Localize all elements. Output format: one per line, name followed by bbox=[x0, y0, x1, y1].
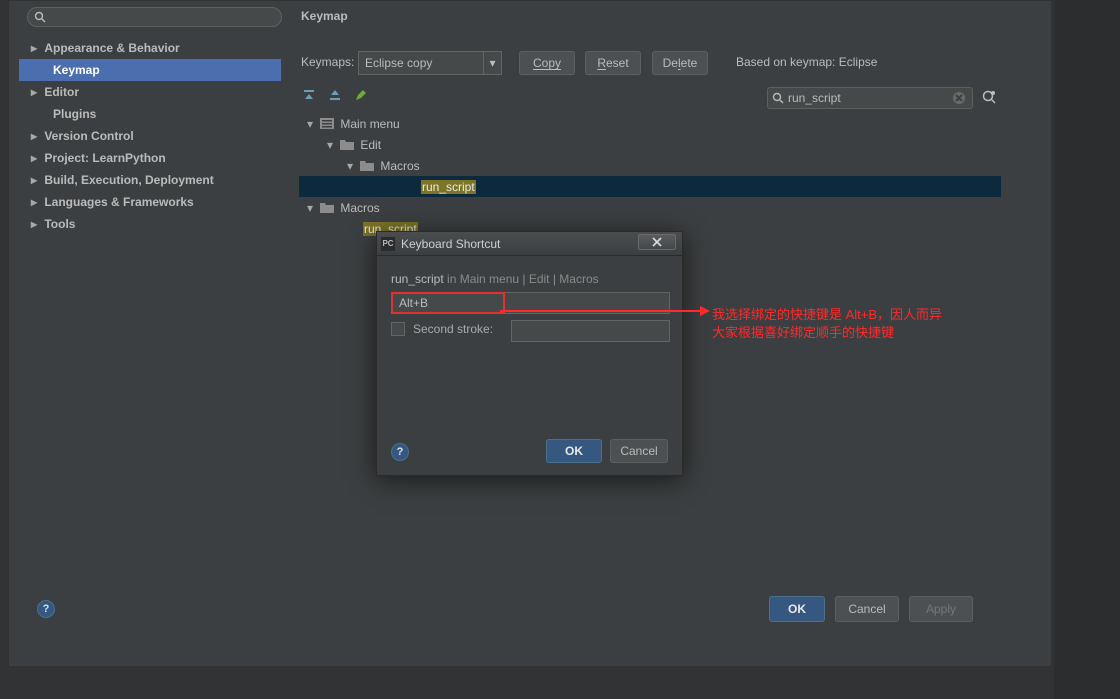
nav-tools[interactable]: ▸ Tools bbox=[19, 213, 281, 235]
search-value: run_script bbox=[788, 91, 841, 105]
keymap-tree: ▾ Main menu ▾ Edit ▾ Macros run_script ▾… bbox=[299, 113, 1001, 239]
find-by-shortcut-icon[interactable] bbox=[981, 89, 997, 108]
tree-macros-1[interactable]: ▾ Macros bbox=[299, 155, 1001, 176]
copy-button[interactable]: Copy bbox=[519, 51, 575, 75]
nav-version-control[interactable]: ▸ Version Control bbox=[19, 125, 281, 147]
nav-build-execution-deployment[interactable]: ▸ Build, Execution, Deployment bbox=[19, 169, 281, 191]
dialog-cancel-button[interactable]: Cancel bbox=[610, 439, 668, 463]
first-stroke-input-ext[interactable] bbox=[505, 292, 670, 314]
help-icon: ? bbox=[391, 443, 409, 461]
nav-appearance-behavior[interactable]: ▸ Appearance & Behavior bbox=[19, 37, 281, 59]
keyboard-shortcut-dialog: PC Keyboard Shortcut run_script in Main … bbox=[376, 231, 683, 476]
apply-button[interactable]: Apply bbox=[909, 596, 973, 622]
keymaps-label: Keymaps: bbox=[301, 55, 354, 69]
folder-icon bbox=[320, 202, 334, 213]
app-icon: PC bbox=[381, 237, 395, 251]
nav-plugins[interactable]: Plugins bbox=[19, 103, 281, 125]
nav-languages-frameworks[interactable]: ▸ Languages & Frameworks bbox=[19, 191, 281, 213]
action-search-input[interactable]: run_script bbox=[767, 87, 973, 109]
nav-label: Appearance & Behavior bbox=[44, 41, 179, 55]
help-icon: ? bbox=[37, 600, 55, 618]
dialog-help-button[interactable]: ? bbox=[391, 443, 409, 461]
nav-label: Project: LearnPython bbox=[44, 151, 165, 165]
reset-button[interactable]: Reset bbox=[585, 51, 641, 75]
delete-button[interactable]: Delete bbox=[652, 51, 708, 75]
folder-icon bbox=[360, 160, 374, 171]
expand-all-icon[interactable] bbox=[301, 87, 317, 103]
chevron-down-icon: ▾ bbox=[483, 52, 501, 74]
help-button[interactable]: ? bbox=[37, 600, 55, 618]
inactive-right-region bbox=[1054, 0, 1120, 699]
close-icon bbox=[651, 237, 663, 247]
ok-button[interactable]: OK bbox=[769, 596, 825, 622]
search-icon bbox=[772, 92, 784, 104]
keymaps-selected: Eclipse copy bbox=[365, 56, 432, 70]
nav-label: Build, Execution, Deployment bbox=[44, 173, 213, 187]
tree-label: run_script bbox=[421, 180, 476, 194]
second-stroke-row: Second stroke: bbox=[391, 322, 493, 336]
keymaps-combo[interactable]: Eclipse copy ▾ bbox=[358, 51, 502, 75]
tree-label: Edit bbox=[360, 138, 381, 152]
nav-label: Tools bbox=[44, 217, 75, 231]
nav-project[interactable]: ▸ Project: LearnPython bbox=[19, 147, 281, 169]
dialog-title-bar[interactable]: PC Keyboard Shortcut bbox=[377, 232, 682, 256]
first-stroke-input[interactable]: Alt+B bbox=[391, 292, 505, 314]
tree-label: Main menu bbox=[340, 117, 399, 131]
search-icon bbox=[34, 11, 46, 23]
tree-macros-2[interactable]: ▾ Macros bbox=[299, 197, 1001, 218]
dialog-breadcrumb: run_script in Main menu | Edit | Macros bbox=[391, 272, 599, 286]
dialog-title: Keyboard Shortcut bbox=[401, 237, 500, 251]
nav-label: Keymap bbox=[53, 63, 100, 77]
settings-footer: ? OK Cancel Apply bbox=[17, 590, 983, 630]
tree-label: Macros bbox=[380, 159, 419, 173]
dialog-ok-button[interactable]: OK bbox=[546, 439, 602, 463]
nav-keymap[interactable]: Keymap bbox=[19, 59, 281, 81]
folder-icon bbox=[340, 139, 354, 150]
nav-label: Plugins bbox=[53, 107, 96, 121]
collapse-all-icon[interactable] bbox=[327, 87, 343, 103]
menu-icon bbox=[320, 118, 334, 129]
nav-editor[interactable]: ▸ Editor bbox=[19, 81, 281, 103]
nav-label: Editor bbox=[44, 85, 79, 99]
cancel-button[interactable]: Cancel bbox=[835, 596, 899, 622]
nav-label: Languages & Frameworks bbox=[44, 195, 193, 209]
keymap-toolbar bbox=[301, 85, 369, 105]
clear-icon[interactable] bbox=[952, 91, 966, 108]
tree-run-script-1[interactable]: run_script bbox=[299, 176, 1001, 197]
edit-icon[interactable] bbox=[353, 87, 369, 103]
close-button[interactable] bbox=[638, 234, 676, 250]
second-stroke-input[interactable] bbox=[511, 320, 670, 342]
tree-edit[interactable]: ▾ Edit bbox=[299, 134, 1001, 155]
annotation-text: 我选择绑定的快捷键是 Alt+B，因人而异 大家根据喜好绑定顺手的快捷键 bbox=[712, 306, 942, 342]
based-on-label: Based on keymap: Eclipse bbox=[736, 55, 877, 69]
tree-label: Macros bbox=[340, 201, 379, 215]
settings-search-input[interactable] bbox=[27, 7, 282, 27]
tree-main-menu[interactable]: ▾ Main menu bbox=[299, 113, 1001, 134]
second-stroke-checkbox[interactable] bbox=[391, 322, 405, 336]
nav-label: Version Control bbox=[44, 129, 133, 143]
page-title: Keymap bbox=[301, 9, 348, 23]
settings-nav: ▸ Appearance & Behavior Keymap ▸ Editor … bbox=[19, 37, 281, 235]
second-stroke-label: Second stroke: bbox=[413, 322, 493, 336]
